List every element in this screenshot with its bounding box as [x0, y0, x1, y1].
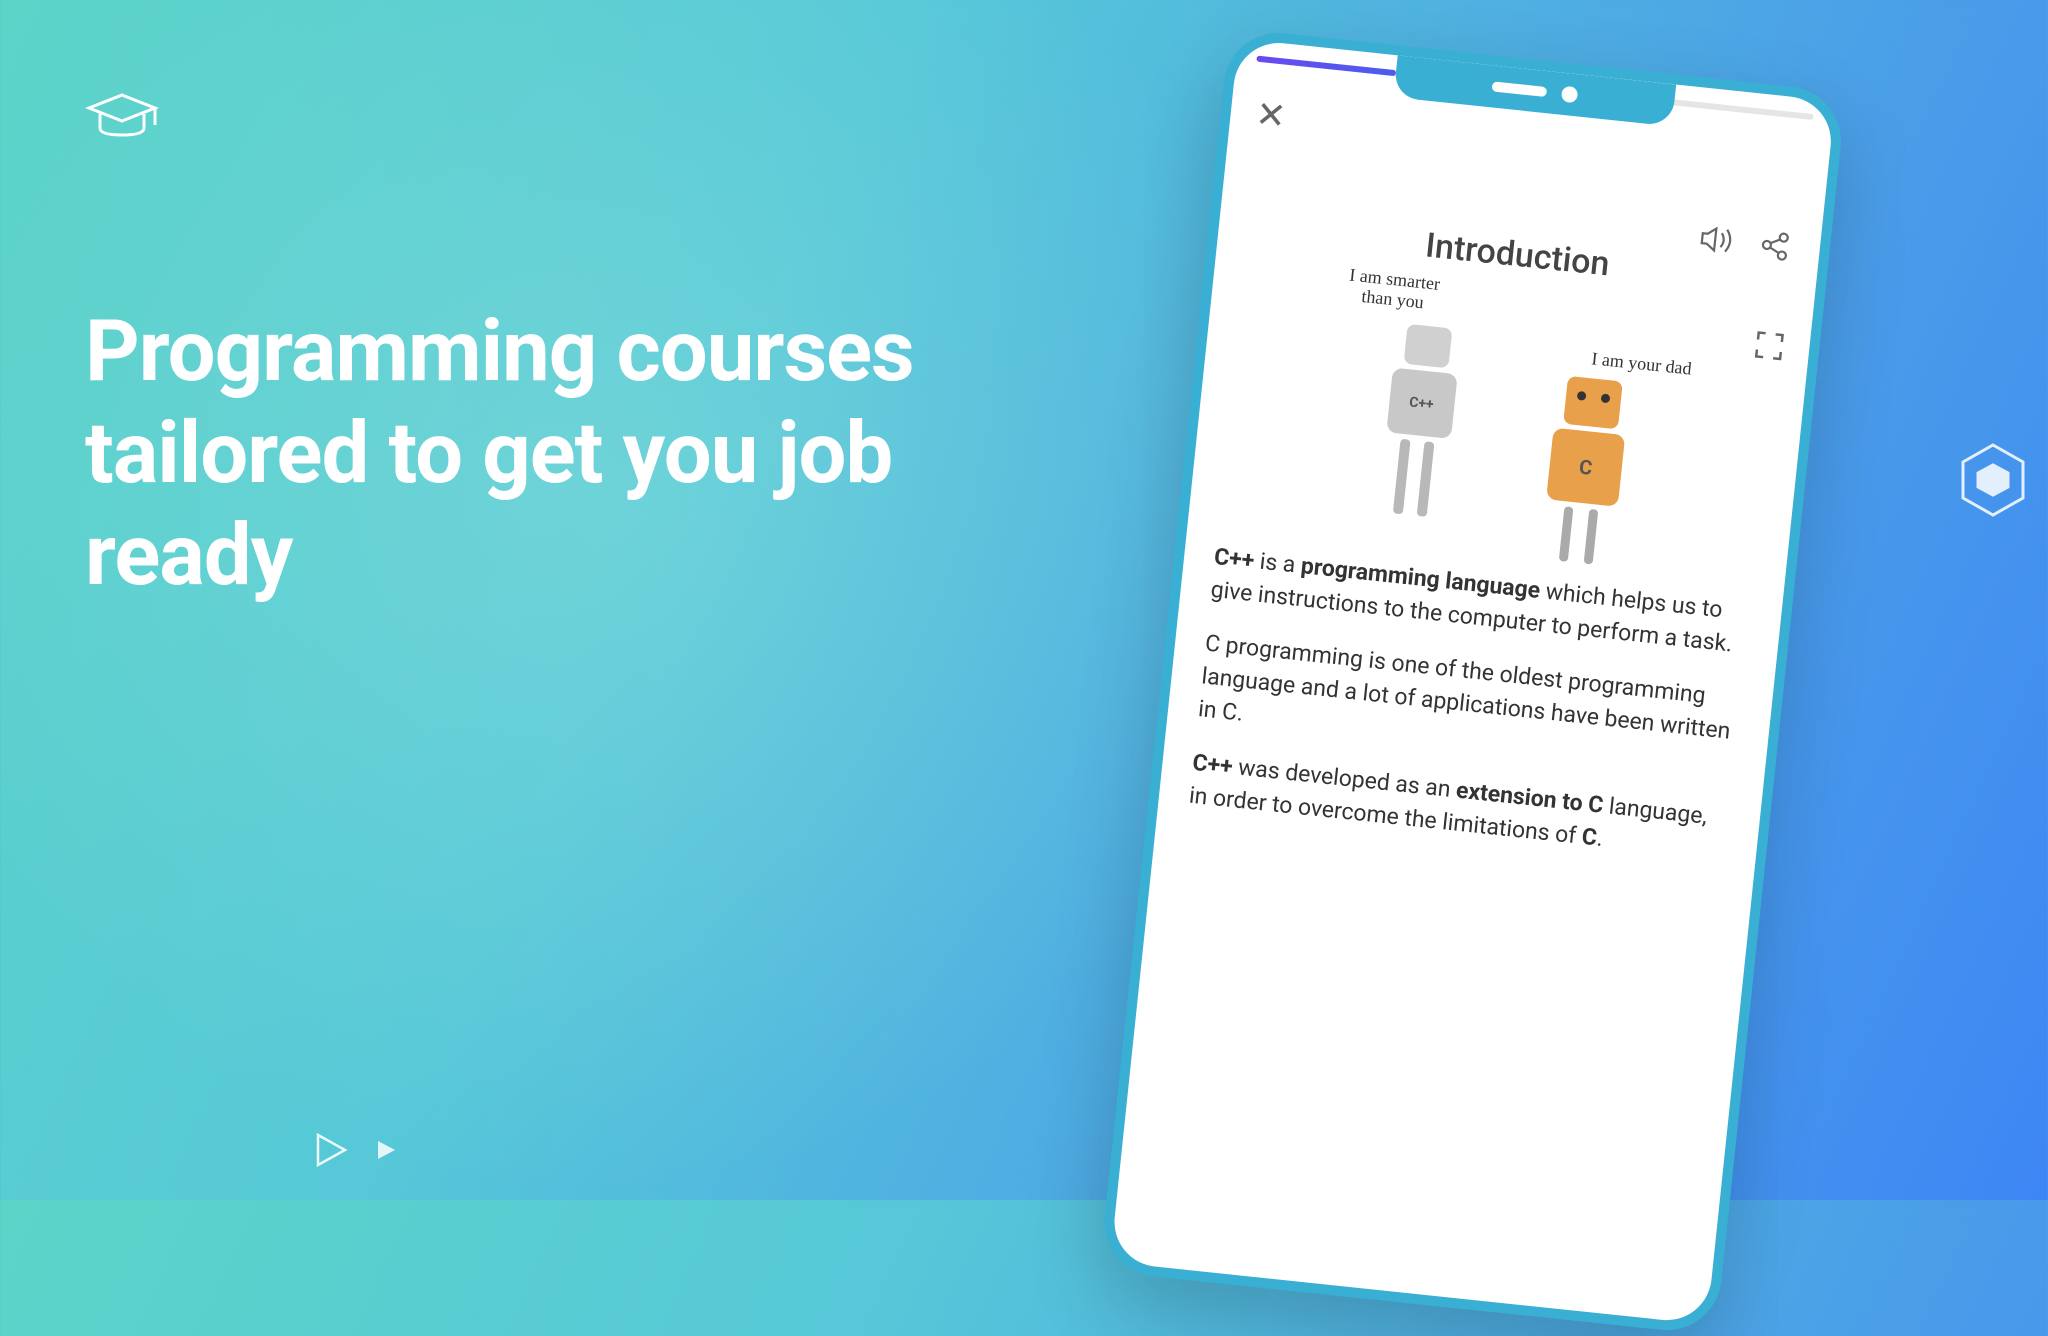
speech-bubble-1: I am smarterthan you: [1346, 266, 1441, 315]
headline: Programming courses tailored to get you …: [85, 300, 935, 606]
robot-cpp: C++: [1354, 320, 1484, 530]
expand-icon[interactable]: [1752, 329, 1785, 366]
phone-mockup: ✕ Introduction I am smarterthan you I am…: [1099, 28, 1846, 1336]
play-icons: [310, 1130, 397, 1170]
lesson-illustration: I am smarterthan you I am your dad C++ C: [1298, 275, 1702, 563]
speech-bubble-2: I am your dad: [1591, 348, 1693, 379]
share-icon[interactable]: [1758, 229, 1791, 266]
hexagon-icon: [1958, 440, 2028, 524]
robot-c: C: [1518, 372, 1655, 554]
graduation-cap-icon: [85, 90, 160, 149]
speaker-icon[interactable]: [1697, 223, 1736, 261]
